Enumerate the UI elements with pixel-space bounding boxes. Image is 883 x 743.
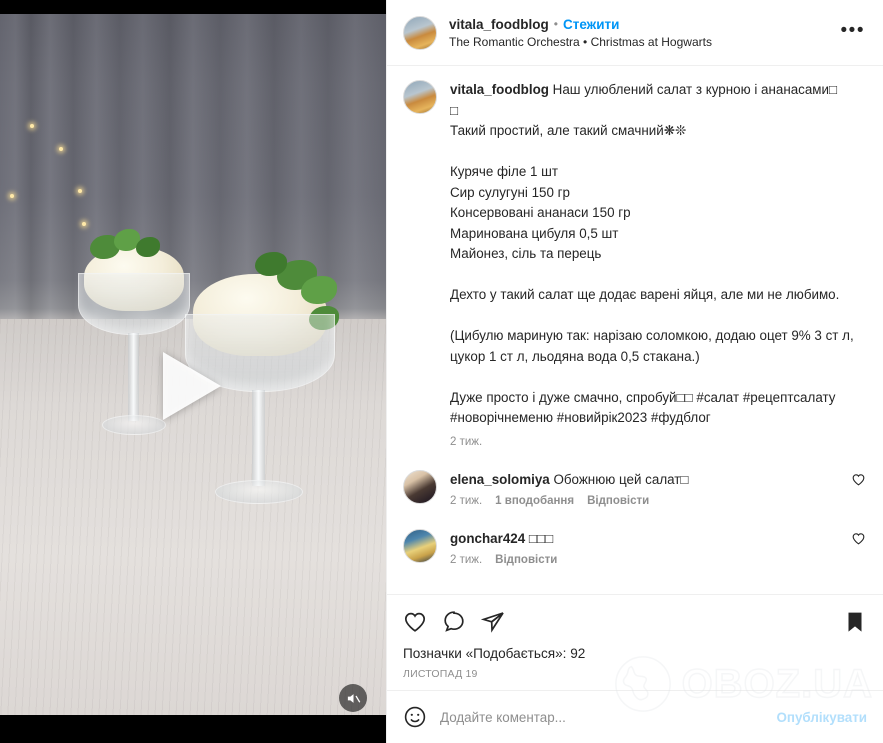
follow-button[interactable]: Стежити [563, 17, 619, 32]
heart-icon[interactable] [403, 610, 427, 634]
avatar-commenter[interactable] [403, 528, 437, 563]
caption-text: Наш улюблений салат з курною і ананасами… [450, 82, 854, 425]
more-options-button[interactable]: ••• [839, 20, 867, 46]
video-frame[interactable] [0, 14, 386, 715]
video-media-pane[interactable] [0, 0, 386, 743]
avatar-author-caption[interactable] [403, 80, 437, 114]
post-header: vitala_foodblog • Стежити The Romantic O… [387, 0, 883, 66]
avatar-commenter[interactable] [403, 469, 437, 504]
bookmark-icon-filled[interactable] [843, 610, 867, 634]
speaker-muted-icon [347, 693, 360, 703]
comment-timestamp: 2 тиж. [450, 553, 483, 566]
fairy-light [59, 147, 63, 151]
comment-reply-button[interactable]: Відповісти [587, 495, 649, 507]
play-triangle-icon[interactable] [163, 352, 221, 420]
post-actions-bar: Позначки «Подобається»: 92 ЛИСТОПАД 19 [387, 594, 883, 690]
comment-item: elena_solomiya Обожнюю цей салат□ 2 тиж.… [403, 469, 867, 507]
comment-timestamp: 2 тиж. [450, 494, 483, 507]
publish-comment-button[interactable]: Опублікувати [776, 710, 867, 725]
comment-item: gonchar424 □□□ 2 тиж. Відповісти [403, 528, 867, 566]
likes-count-label[interactable]: Позначки «Подобається»: 92 [403, 646, 867, 661]
comment-text: □□□ [525, 530, 554, 546]
header-text-block: vitala_foodblog • Стежити The Romantic O… [449, 17, 712, 49]
heart-icon [852, 473, 865, 485]
share-icon[interactable] [481, 610, 505, 634]
header-separator: • [553, 17, 558, 31]
author-username[interactable]: vitala_foodblog [449, 17, 549, 32]
comment-like-button[interactable] [851, 470, 867, 492]
fairy-light [30, 124, 34, 128]
emoji-smiley-icon[interactable] [403, 705, 427, 729]
instagram-post-page: vitala_foodblog • Стежити The Romantic O… [0, 0, 883, 743]
salad-glass-back [78, 229, 190, 459]
audio-track-label[interactable]: The Romantic Orchestra • Christmas at Ho… [449, 35, 712, 49]
fairy-light [82, 222, 86, 226]
post-details-panel: vitala_foodblog • Стежити The Romantic O… [386, 0, 883, 743]
mute-toggle-button[interactable] [339, 684, 367, 712]
comments-scroll-area[interactable]: vitala_foodblog Наш улюблений салат з ку… [387, 66, 883, 594]
fairy-light [78, 189, 82, 193]
caption-text-container: vitala_foodblog Наш улюблений салат з ку… [450, 80, 867, 429]
add-comment-bar: Додайте коментар... Опублікувати [387, 690, 883, 743]
avatar-author[interactable] [403, 15, 437, 50]
comment-username[interactable]: gonchar424 [450, 531, 525, 546]
caption-timestamp: 2 тиж. [450, 435, 483, 448]
comment-text: Обожнюю цей салат□ [549, 471, 689, 487]
heart-icon [852, 532, 865, 544]
comment-like-button[interactable] [851, 529, 867, 551]
fairy-light [10, 194, 14, 198]
comment-icon[interactable] [442, 610, 466, 634]
add-comment-input[interactable]: Додайте коментар... [440, 710, 763, 725]
comment-username[interactable]: elena_solomiya [450, 472, 550, 487]
caption-username[interactable]: vitala_foodblog [450, 82, 549, 97]
caption-block: vitala_foodblog Наш улюблений салат з ку… [403, 80, 867, 448]
comment-reply-button[interactable]: Відповісти [495, 554, 557, 566]
comment-like-count: 1 вподобання [495, 494, 575, 507]
post-date-label: ЛИСТОПАД 19 [403, 668, 478, 680]
